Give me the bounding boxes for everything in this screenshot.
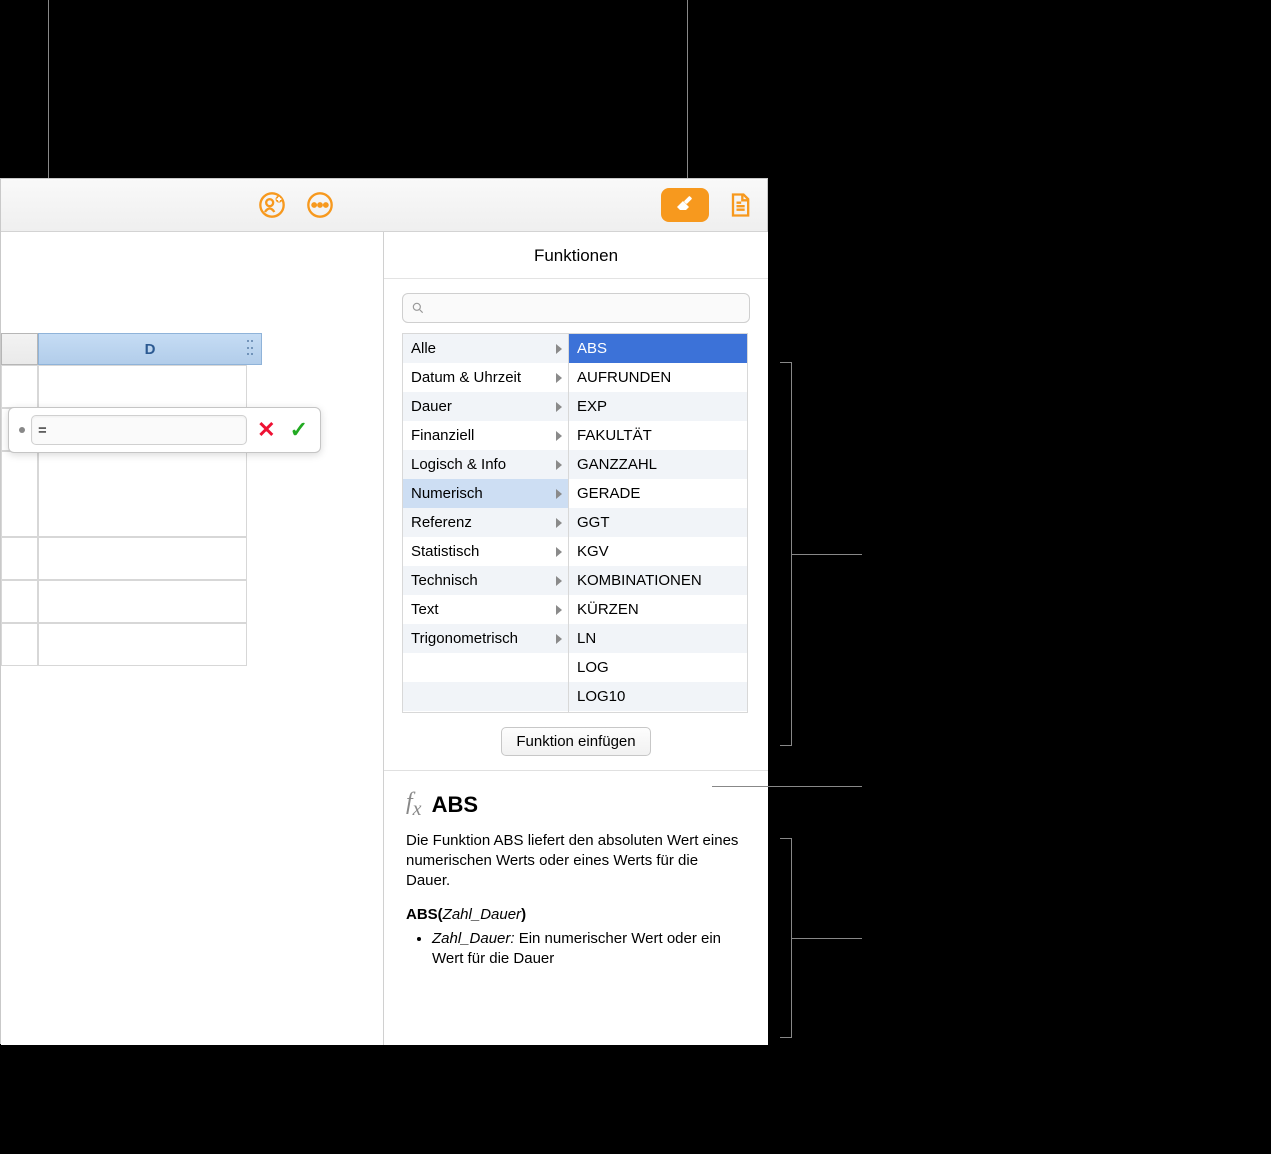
chevron-right-icon	[556, 402, 562, 412]
callout-line	[712, 786, 862, 787]
function-list[interactable]: ABSAUFRUNDENEXPFAKULTÄTGANZZAHLGERADEGGT…	[568, 333, 748, 713]
help-description: Die Funktion ABS liefert den absoluten W…	[406, 831, 746, 892]
cell[interactable]	[1, 580, 38, 623]
callout-line	[792, 554, 862, 555]
help-function-name: ABS	[432, 792, 478, 818]
category-item[interactable]: Logisch & Info	[403, 450, 568, 479]
category-item[interactable]: Dauer	[403, 392, 568, 421]
function-item[interactable]: LOG10	[569, 682, 747, 711]
cell[interactable]	[1, 365, 38, 408]
function-item[interactable]: FAKULTÄT	[569, 421, 747, 450]
drag-dot-icon[interactable]	[19, 427, 25, 433]
chevron-right-icon	[556, 344, 562, 354]
cell[interactable]	[38, 365, 247, 408]
callout-line	[687, 0, 688, 178]
function-item[interactable]: ABS	[569, 334, 747, 363]
cell[interactable]	[1, 623, 38, 666]
chevron-right-icon	[556, 576, 562, 586]
accept-button[interactable]: ✓	[290, 417, 308, 443]
category-list[interactable]: AlleDatum & UhrzeitDauerFinanziellLogisc…	[402, 333, 569, 713]
column-headers: D	[1, 333, 262, 365]
function-item[interactable]: GANZZAHL	[569, 450, 747, 479]
cancel-button[interactable]: ✕	[257, 417, 275, 443]
category-item[interactable]: Finanziell	[403, 421, 568, 450]
document-settings-button[interactable]	[723, 188, 757, 222]
toolbar	[1, 179, 767, 232]
cell[interactable]	[38, 623, 247, 666]
formula-value: =	[38, 422, 47, 439]
cell[interactable]	[1, 537, 38, 580]
chevron-right-icon	[556, 634, 562, 644]
functions-sidebar: Funktionen AlleDatum & UhrzeitDauerFinan…	[383, 232, 768, 1045]
category-item[interactable]: Statistisch	[403, 537, 568, 566]
column-drag-handle[interactable]	[247, 340, 257, 358]
insert-function-button[interactable]: Funktion einfügen	[501, 727, 650, 756]
function-help: fx ABS Die Funktion ABS liefert den abso…	[384, 770, 768, 969]
category-item[interactable]: Alle	[403, 334, 568, 363]
chevron-right-icon	[556, 373, 562, 383]
function-item[interactable]: GGT	[569, 508, 747, 537]
chevron-right-icon	[556, 431, 562, 441]
chevron-right-icon	[556, 518, 562, 528]
cell[interactable]	[1, 451, 38, 537]
format-button[interactable]	[661, 188, 709, 222]
spreadsheet[interactable]: D	[1, 232, 383, 1045]
column-header[interactable]	[1, 333, 38, 365]
function-item[interactable]: LOG	[569, 653, 747, 682]
category-item[interactable]: Text	[403, 595, 568, 624]
help-argument: Zahl_Dauer: Ein numerischer Wert oder ei…	[432, 929, 746, 970]
chevron-right-icon	[556, 547, 562, 557]
category-item[interactable]: Datum & Uhrzeit	[403, 363, 568, 392]
formula-input[interactable]: =	[31, 415, 247, 445]
callout-line	[792, 938, 862, 939]
function-item[interactable]: GERADE	[569, 479, 747, 508]
cell[interactable]	[38, 580, 247, 623]
help-signature: ABS(Zahl_Dauer)	[406, 906, 746, 923]
category-item[interactable]: Numerisch	[403, 479, 568, 508]
category-item[interactable]: Technisch	[403, 566, 568, 595]
search-input[interactable]	[402, 293, 750, 323]
callout-bracket	[780, 362, 792, 746]
function-item[interactable]: EXP	[569, 392, 747, 421]
category-item[interactable]: Referenz	[403, 508, 568, 537]
chevron-right-icon	[556, 489, 562, 499]
search-icon	[411, 301, 425, 315]
fx-icon: fx	[406, 789, 422, 821]
chevron-right-icon	[556, 605, 562, 615]
function-item[interactable]: LN	[569, 624, 747, 653]
cell[interactable]	[38, 537, 247, 580]
app-window: D = ✕ ✓ Funktionen	[0, 178, 768, 1044]
category-item[interactable]: Trigonometrisch	[403, 624, 568, 653]
callout-bracket	[780, 838, 792, 1038]
column-label: D	[145, 341, 156, 358]
function-browser: AlleDatum & UhrzeitDauerFinanziellLogisc…	[384, 333, 768, 713]
more-button[interactable]	[303, 188, 337, 222]
sidebar-title: Funktionen	[384, 232, 768, 279]
function-item[interactable]: KOMBINATIONEN	[569, 566, 747, 595]
collaborate-button[interactable]	[255, 188, 289, 222]
function-item[interactable]: KÜRZEN	[569, 595, 747, 624]
function-item[interactable]: AUFRUNDEN	[569, 363, 747, 392]
chevron-right-icon	[556, 460, 562, 470]
function-item[interactable]: KGV	[569, 537, 747, 566]
cell[interactable]	[38, 451, 247, 537]
column-header-d[interactable]: D	[38, 333, 262, 365]
formula-editor: = ✕ ✓	[8, 407, 321, 453]
